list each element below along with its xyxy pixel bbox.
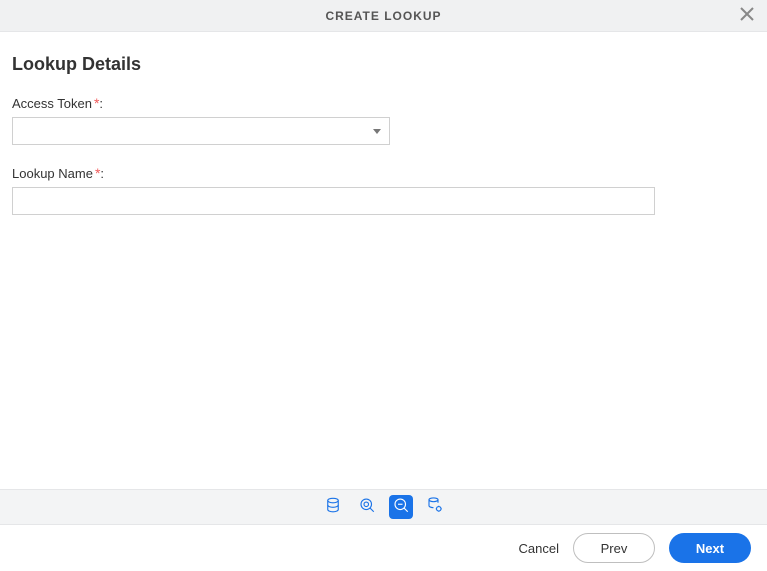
section-title: Lookup Details — [12, 54, 755, 75]
lookup-name-input[interactable] — [12, 187, 655, 215]
wizard-step-strip — [0, 489, 767, 525]
lookup-name-label: Lookup Name — [12, 166, 93, 181]
prev-button[interactable]: Prev — [573, 533, 655, 563]
cancel-button[interactable]: Cancel — [519, 541, 559, 556]
step-target[interactable] — [423, 495, 447, 519]
modal-header: CREATE LOOKUP — [0, 0, 767, 32]
modal-footer: Cancel Prev Next — [0, 489, 767, 571]
next-button[interactable]: Next — [669, 533, 751, 563]
action-row: Cancel Prev Next — [0, 525, 767, 571]
step-lookup-details[interactable] — [389, 495, 413, 519]
chevron-down-icon — [373, 129, 381, 134]
step-config[interactable] — [355, 495, 379, 519]
modal-title: CREATE LOOKUP — [325, 9, 441, 23]
access-token-label: Access Token — [12, 96, 92, 111]
close-icon — [740, 7, 754, 26]
gear-search-icon — [358, 496, 376, 519]
access-token-label-row: Access Token * : — [12, 95, 755, 111]
access-token-select[interactable] — [12, 117, 390, 145]
close-button[interactable] — [735, 4, 759, 28]
lookup-name-colon: : — [100, 166, 104, 181]
magnify-minus-icon — [392, 496, 410, 519]
step-source[interactable] — [321, 495, 345, 519]
lookup-name-label-row: Lookup Name * : — [12, 165, 755, 181]
access-token-colon: : — [99, 96, 103, 111]
database-icon — [324, 496, 342, 519]
database-gear-icon — [426, 496, 444, 519]
modal-body: Lookup Details Access Token * : Lookup N… — [0, 32, 767, 489]
